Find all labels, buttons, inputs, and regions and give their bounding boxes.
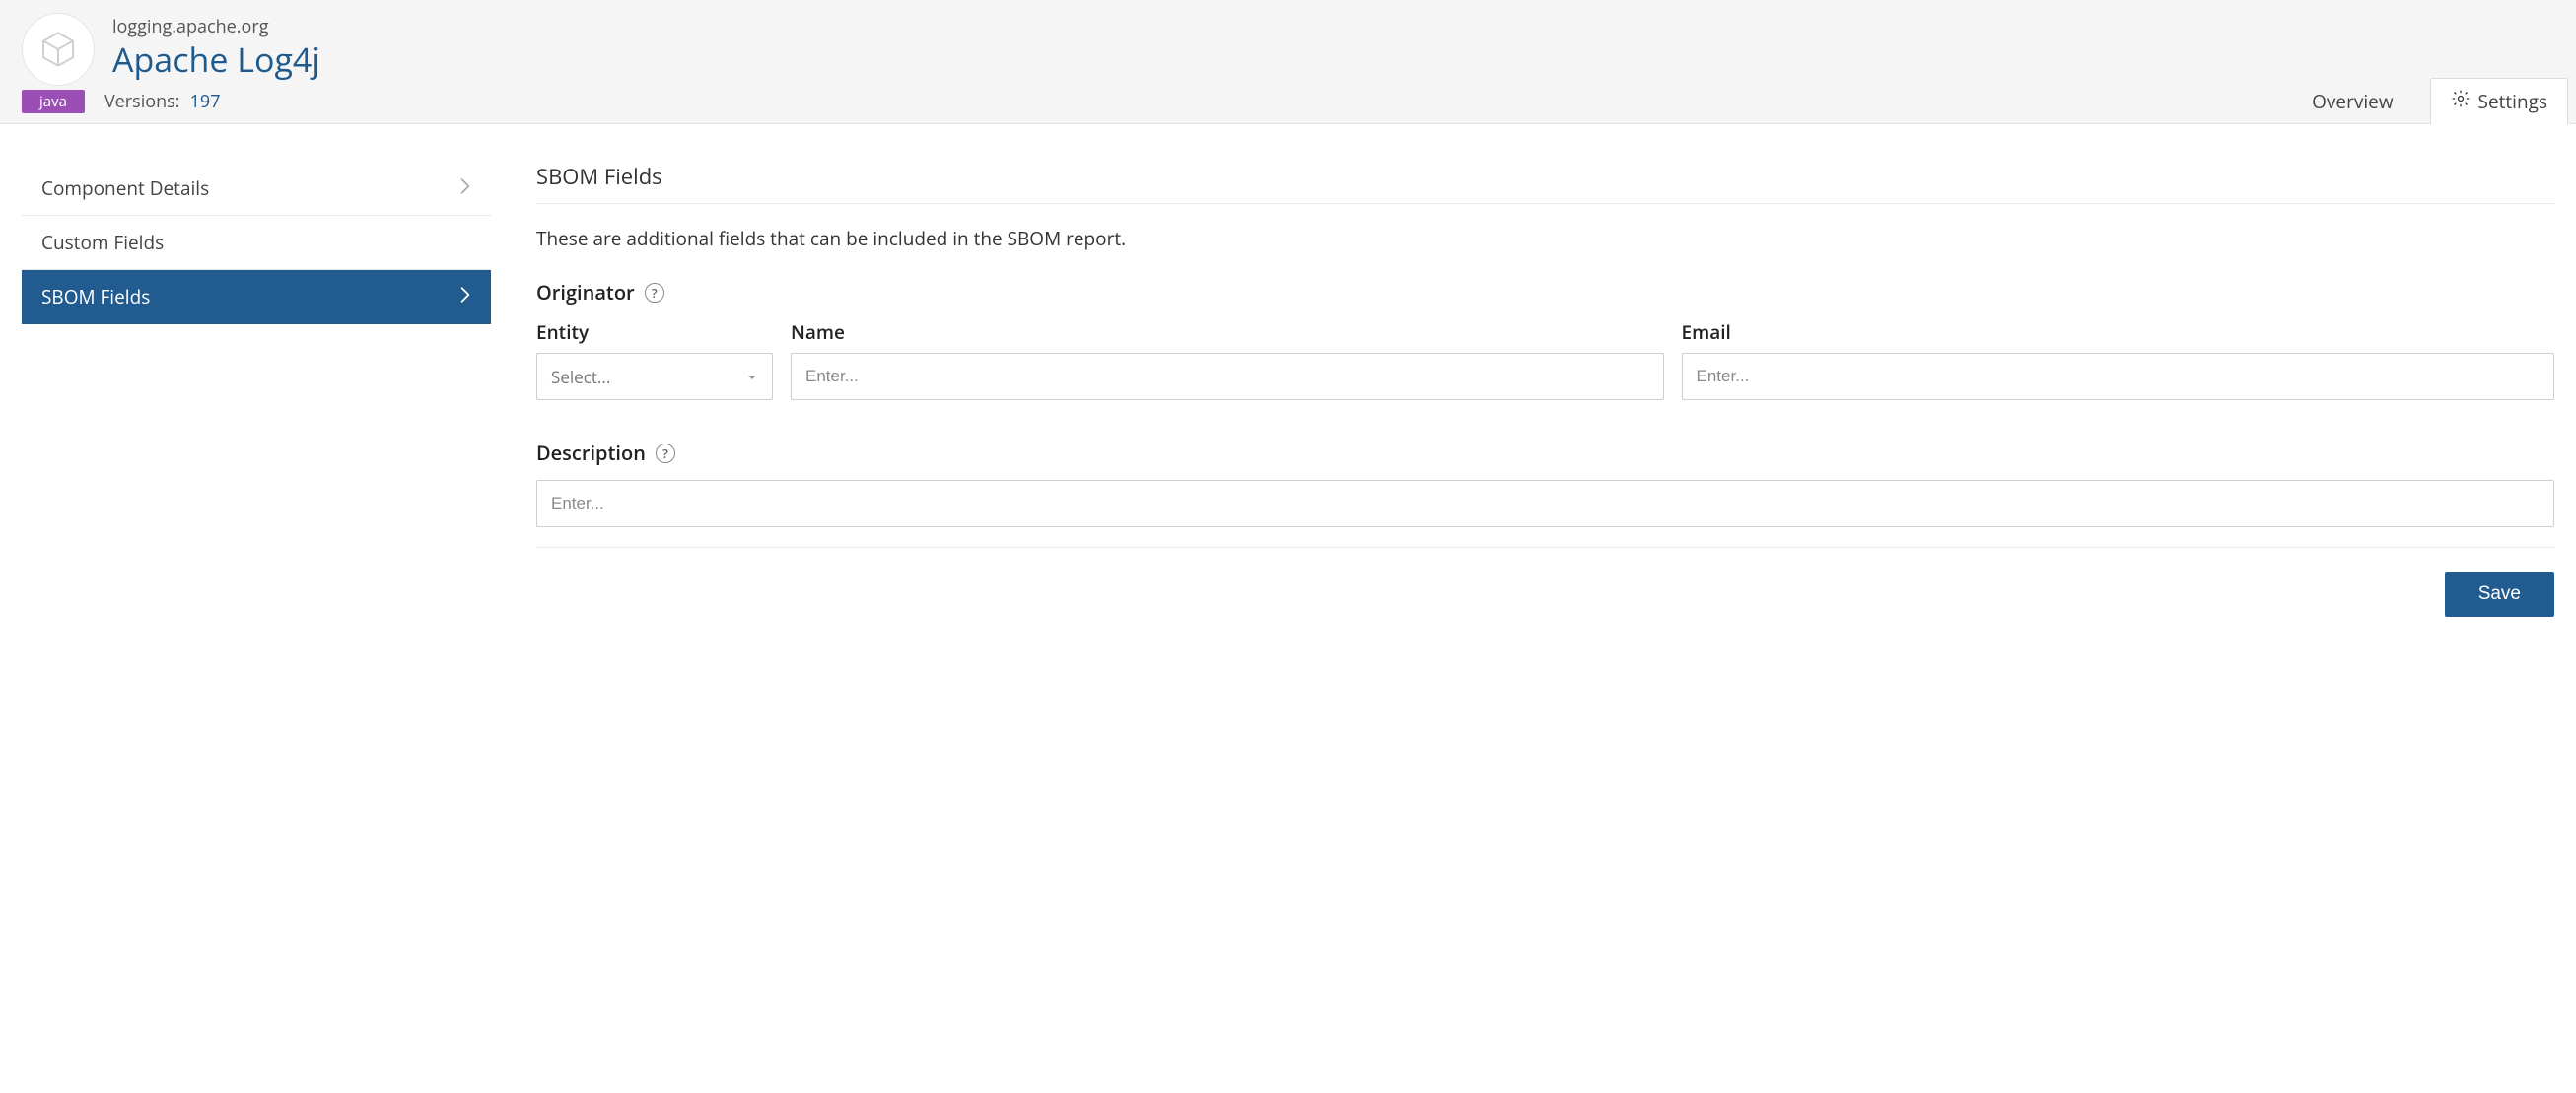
tab-overview[interactable]: Overview — [2291, 78, 2413, 124]
settings-sidebar: Component Details Custom Fields SBOM Fie… — [22, 162, 491, 324]
entity-select[interactable]: Select... — [536, 353, 773, 400]
page-header: logging.apache.org Apache Log4j java Ver… — [0, 0, 2576, 124]
email-field-label: Email — [1682, 319, 2555, 345]
component-title[interactable]: Apache Log4j — [112, 36, 320, 82]
sidebar-item-sbom-fields[interactable]: SBOM Fields — [22, 270, 491, 324]
caret-down-icon — [746, 366, 758, 388]
chevron-right-icon — [459, 284, 471, 309]
component-pretitle: logging.apache.org — [112, 15, 320, 38]
section-title: SBOM Fields — [536, 162, 2554, 204]
sidebar-item-label: Custom Fields — [41, 230, 164, 255]
help-icon[interactable]: ? — [656, 444, 675, 463]
description-input[interactable] — [536, 480, 2554, 527]
sidebar-item-label: SBOM Fields — [41, 284, 150, 309]
language-badge: java — [22, 90, 85, 113]
versions-label: Versions: — [104, 90, 180, 113]
name-field-label: Name — [791, 319, 1664, 345]
name-input[interactable] — [791, 353, 1664, 400]
header-tabs: Overview Settings — [2291, 78, 2576, 124]
tab-settings-label: Settings — [2478, 89, 2547, 114]
versions-count-link[interactable]: 197 — [190, 90, 221, 113]
package-icon — [22, 13, 95, 86]
sidebar-item-component-details[interactable]: Component Details — [22, 162, 491, 216]
entity-select-placeholder: Select... — [551, 366, 610, 388]
sidebar-item-custom-fields[interactable]: Custom Fields — [22, 216, 491, 270]
save-button[interactable]: Save — [2445, 572, 2554, 617]
gear-icon — [2451, 89, 2471, 114]
email-input[interactable] — [1682, 353, 2555, 400]
sidebar-item-label: Component Details — [41, 175, 209, 201]
chevron-right-icon — [459, 175, 471, 201]
description-group-label: Description — [536, 440, 646, 466]
originator-group-label: Originator — [536, 279, 635, 306]
form-divider — [536, 547, 2554, 548]
section-description: These are additional fields that can be … — [536, 226, 2554, 251]
settings-main: SBOM Fields These are additional fields … — [536, 162, 2554, 617]
help-icon[interactable]: ? — [645, 283, 664, 303]
tab-overview-label: Overview — [2312, 89, 2393, 114]
entity-field-label: Entity — [536, 319, 773, 345]
tab-settings[interactable]: Settings — [2430, 78, 2568, 124]
